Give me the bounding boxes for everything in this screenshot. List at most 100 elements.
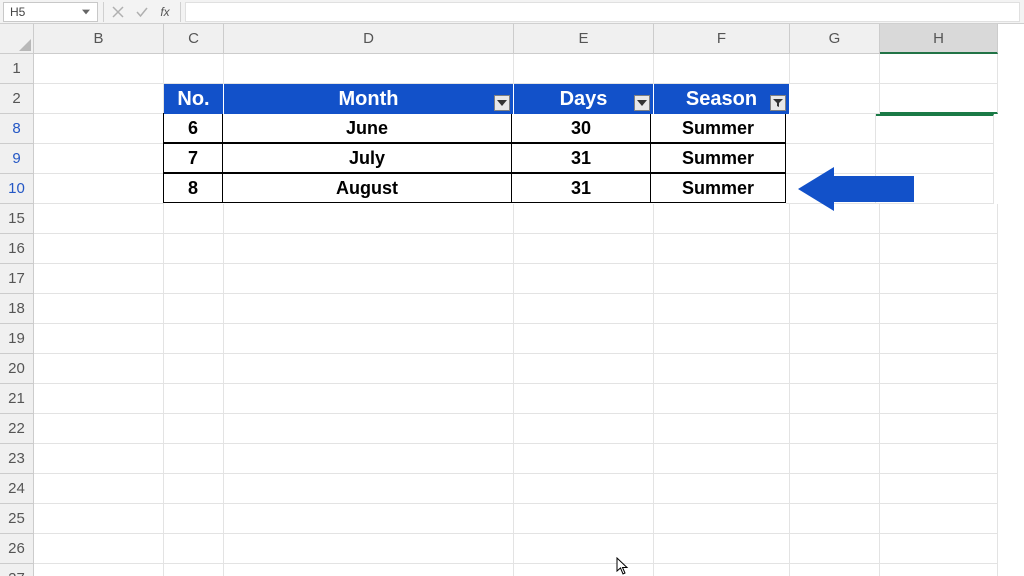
cell[interactable] <box>34 114 164 144</box>
name-box-dropdown-icon[interactable] <box>81 7 91 17</box>
table-cell-no[interactable]: 7 <box>163 143 223 173</box>
cell[interactable] <box>164 54 224 84</box>
row-header-21[interactable]: 21 <box>0 384 34 414</box>
table-cell-month[interactable]: August <box>222 173 512 203</box>
cell[interactable] <box>34 294 164 324</box>
table-cell-days[interactable]: 30 <box>511 113 651 143</box>
row-header-25[interactable]: 25 <box>0 504 34 534</box>
filter-dropdown-icon[interactable] <box>634 95 650 111</box>
cells-area[interactable]: No.MonthDaysSeason6June30Summer7July31Su… <box>34 54 998 576</box>
insert-function-button[interactable]: fx <box>154 2 178 22</box>
cell[interactable] <box>224 444 514 474</box>
table-cell-season[interactable]: Summer <box>650 143 786 173</box>
cell[interactable] <box>34 84 164 114</box>
cell[interactable] <box>514 234 654 264</box>
row-header-20[interactable]: 20 <box>0 354 34 384</box>
cell[interactable] <box>880 504 998 534</box>
cell[interactable] <box>164 384 224 414</box>
cell[interactable] <box>790 294 880 324</box>
row-header-2[interactable]: 2 <box>0 84 34 114</box>
cell[interactable] <box>224 264 514 294</box>
cell[interactable] <box>34 474 164 504</box>
cell[interactable] <box>224 54 514 84</box>
cell[interactable] <box>514 474 654 504</box>
cell[interactable] <box>654 504 790 534</box>
cell[interactable] <box>654 354 790 384</box>
cell[interactable] <box>880 564 998 576</box>
cell[interactable] <box>224 354 514 384</box>
formula-input[interactable] <box>185 2 1020 22</box>
cell[interactable] <box>224 324 514 354</box>
cell[interactable] <box>224 564 514 576</box>
row-header-15[interactable]: 15 <box>0 204 34 234</box>
cell[interactable] <box>790 234 880 264</box>
column-header-H[interactable]: H <box>880 24 998 54</box>
row-header-26[interactable]: 26 <box>0 534 34 564</box>
cell[interactable] <box>790 54 880 84</box>
cell[interactable] <box>164 354 224 384</box>
cell[interactable] <box>514 294 654 324</box>
row-header-19[interactable]: 19 <box>0 324 34 354</box>
cell[interactable] <box>164 444 224 474</box>
cell[interactable] <box>34 444 164 474</box>
cell[interactable] <box>224 384 514 414</box>
row-header-24[interactable]: 24 <box>0 474 34 504</box>
row-header-1[interactable]: 1 <box>0 54 34 84</box>
cell[interactable] <box>164 474 224 504</box>
cell[interactable] <box>654 414 790 444</box>
cell[interactable] <box>164 204 224 234</box>
row-header-10[interactable]: 10 <box>0 174 34 204</box>
cell[interactable] <box>164 564 224 576</box>
cell[interactable] <box>164 294 224 324</box>
cell[interactable] <box>790 354 880 384</box>
cell[interactable] <box>514 54 654 84</box>
row-header-16[interactable]: 16 <box>0 234 34 264</box>
cell[interactable] <box>224 534 514 564</box>
cell[interactable] <box>654 444 790 474</box>
cell[interactable] <box>880 444 998 474</box>
column-header-D[interactable]: D <box>224 24 514 54</box>
worksheet[interactable]: BCDEFGH 12891015161718192021222324252627… <box>0 24 1024 576</box>
cell[interactable] <box>654 204 790 234</box>
table-header-no[interactable]: No. <box>164 84 224 114</box>
cell[interactable] <box>164 234 224 264</box>
table-cell-days[interactable]: 31 <box>511 173 651 203</box>
cell[interactable] <box>790 534 880 564</box>
cell[interactable] <box>514 504 654 534</box>
column-header-F[interactable]: F <box>654 24 790 54</box>
cell[interactable] <box>34 54 164 84</box>
row-header-9[interactable]: 9 <box>0 144 34 174</box>
cell[interactable] <box>880 264 998 294</box>
row-header-22[interactable]: 22 <box>0 414 34 444</box>
cell[interactable] <box>34 264 164 294</box>
cell[interactable] <box>514 264 654 294</box>
filter-applied-icon[interactable] <box>770 95 786 111</box>
cell[interactable] <box>880 414 998 444</box>
cell[interactable] <box>34 144 164 174</box>
table-cell-no[interactable]: 8 <box>163 173 223 203</box>
column-header-C[interactable]: C <box>164 24 224 54</box>
cell[interactable] <box>786 114 876 144</box>
table-cell-season[interactable]: Summer <box>650 173 786 203</box>
cell[interactable] <box>880 84 998 114</box>
column-header-E[interactable]: E <box>514 24 654 54</box>
cell[interactable] <box>876 114 994 144</box>
cell[interactable] <box>654 54 790 84</box>
cell[interactable] <box>654 294 790 324</box>
cell[interactable] <box>224 414 514 444</box>
cell[interactable] <box>34 204 164 234</box>
cell[interactable] <box>514 384 654 414</box>
cell[interactable] <box>224 474 514 504</box>
cancel-icon[interactable] <box>106 2 130 22</box>
cell[interactable] <box>880 534 998 564</box>
column-header-B[interactable]: B <box>34 24 164 54</box>
cell[interactable] <box>880 54 998 84</box>
cell[interactable] <box>790 474 880 504</box>
cell[interactable] <box>164 414 224 444</box>
cell[interactable] <box>514 444 654 474</box>
cell[interactable] <box>34 324 164 354</box>
cell[interactable] <box>224 234 514 264</box>
cell[interactable] <box>514 324 654 354</box>
row-header-17[interactable]: 17 <box>0 264 34 294</box>
cell[interactable] <box>34 534 164 564</box>
